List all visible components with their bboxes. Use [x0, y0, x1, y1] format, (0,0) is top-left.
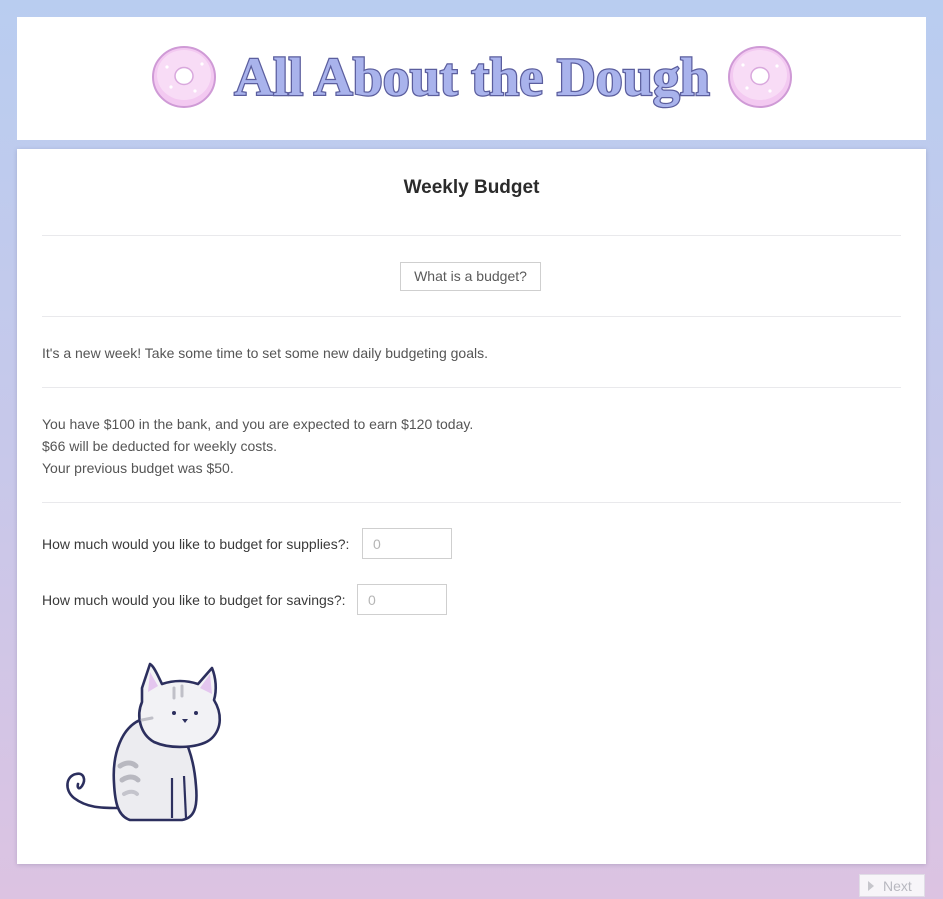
donut-icon: [728, 46, 792, 108]
supplies-budget-input[interactable]: [362, 528, 452, 559]
banner-artwork: All About the Dough: [152, 46, 792, 108]
divider: [42, 235, 901, 236]
page-title: Weekly Budget: [403, 177, 540, 198]
bank-balance-text: You have $100 in the bank, and you are e…: [42, 416, 474, 432]
savings-question-label: How much would you like to budget for sa…: [42, 592, 346, 608]
next-button[interactable]: Next: [859, 874, 925, 897]
cat-illustration: [66, 662, 222, 822]
divider: [42, 502, 901, 503]
divider: [42, 316, 901, 317]
weekly-costs-text: $66 will be deducted for weekly costs.: [42, 438, 278, 454]
what-is-a-budget-button[interactable]: What is a budget?: [400, 262, 541, 291]
donut-icon: [152, 46, 216, 108]
next-label: Next: [883, 877, 912, 894]
header-banner: All About the Dough: [17, 17, 926, 140]
supplies-question-label: How much would you like to budget for su…: [42, 536, 350, 552]
intro-text: It's a new week! Take some time to set s…: [42, 345, 488, 361]
divider: [42, 387, 901, 388]
content-card: Weekly Budget What is a budget? It's a n…: [17, 149, 926, 864]
previous-budget-text: Your previous budget was $50.: [42, 460, 234, 476]
play-icon: [868, 880, 874, 891]
site-title: All About the Dough: [234, 47, 710, 107]
savings-budget-input[interactable]: [357, 584, 447, 615]
